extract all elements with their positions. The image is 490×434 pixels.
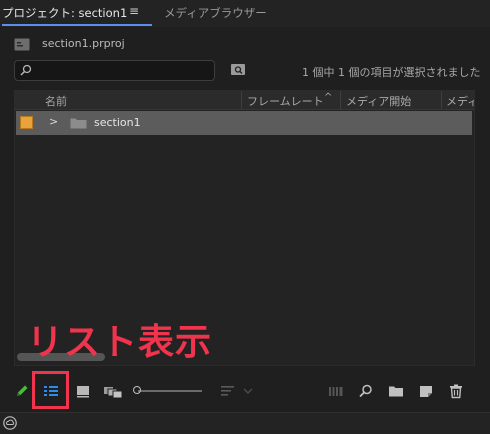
search-icon — [20, 64, 32, 76]
find-icon[interactable] — [358, 383, 374, 399]
label-color-swatch[interactable] — [20, 116, 33, 129]
automate-to-sequence-icon[interactable] — [328, 383, 344, 399]
column-media-start[interactable]: メディア開始 — [346, 93, 411, 109]
annotation-label: リスト表示 — [27, 322, 213, 363]
item-name: section1 — [94, 116, 141, 129]
column-name[interactable]: 名前 — [45, 93, 67, 109]
new-item-icon[interactable] — [418, 383, 434, 399]
column-divider[interactable] — [441, 91, 442, 109]
creative-cloud-icon[interactable] — [3, 416, 17, 430]
zoom-slider-knob[interactable] — [133, 386, 141, 394]
bottom-toolbar — [0, 370, 490, 410]
project-file-icon — [14, 38, 30, 51]
freeform-view-icon[interactable] — [103, 383, 123, 399]
list-view-highlight-box — [32, 371, 69, 409]
active-tab-indicator — [2, 24, 152, 26]
tab-bar: プロジェクト: section1 ≡ メディアブラウザー — [0, 0, 490, 27]
search-input[interactable] — [37, 62, 211, 79]
icon-view-icon[interactable] — [75, 383, 91, 399]
selection-status: 1 個中 1 個の項目が選択されました — [302, 66, 481, 79]
chevron-right-icon[interactable]: > — [49, 115, 58, 128]
column-frame-rate[interactable]: フレームレート — [247, 93, 324, 109]
list-header: 名前 フレームレート ^ メディア開始 メディ — [15, 91, 474, 110]
list-item[interactable]: > section1 — [16, 111, 472, 135]
folder-icon — [70, 118, 87, 129]
pencil-icon[interactable] — [14, 383, 30, 399]
tab-project[interactable]: プロジェクト: section1 — [2, 5, 127, 21]
column-media-end[interactable]: メディ — [446, 93, 474, 109]
new-search-bin-icon[interactable] — [230, 61, 246, 77]
project-file-name: section1.prproj — [42, 37, 125, 50]
zoom-slider-track[interactable] — [138, 390, 202, 392]
status-bar — [0, 412, 490, 434]
project-panel: プロジェクト: section1 ≡ メディアブラウザー section1.pr… — [0, 0, 490, 434]
column-divider[interactable] — [340, 91, 341, 109]
tab-media-browser[interactable]: メディアブラウザー — [164, 5, 267, 21]
new-bin-icon[interactable] — [388, 383, 404, 399]
sort-indicator-icon: ^ — [324, 92, 333, 103]
chevron-down-icon[interactable] — [242, 383, 254, 399]
trash-icon[interactable] — [448, 383, 464, 399]
search-box — [14, 60, 215, 81]
panel-menu-icon[interactable]: ≡ — [129, 4, 139, 18]
column-divider[interactable] — [241, 91, 242, 109]
sort-icon[interactable] — [220, 383, 236, 399]
